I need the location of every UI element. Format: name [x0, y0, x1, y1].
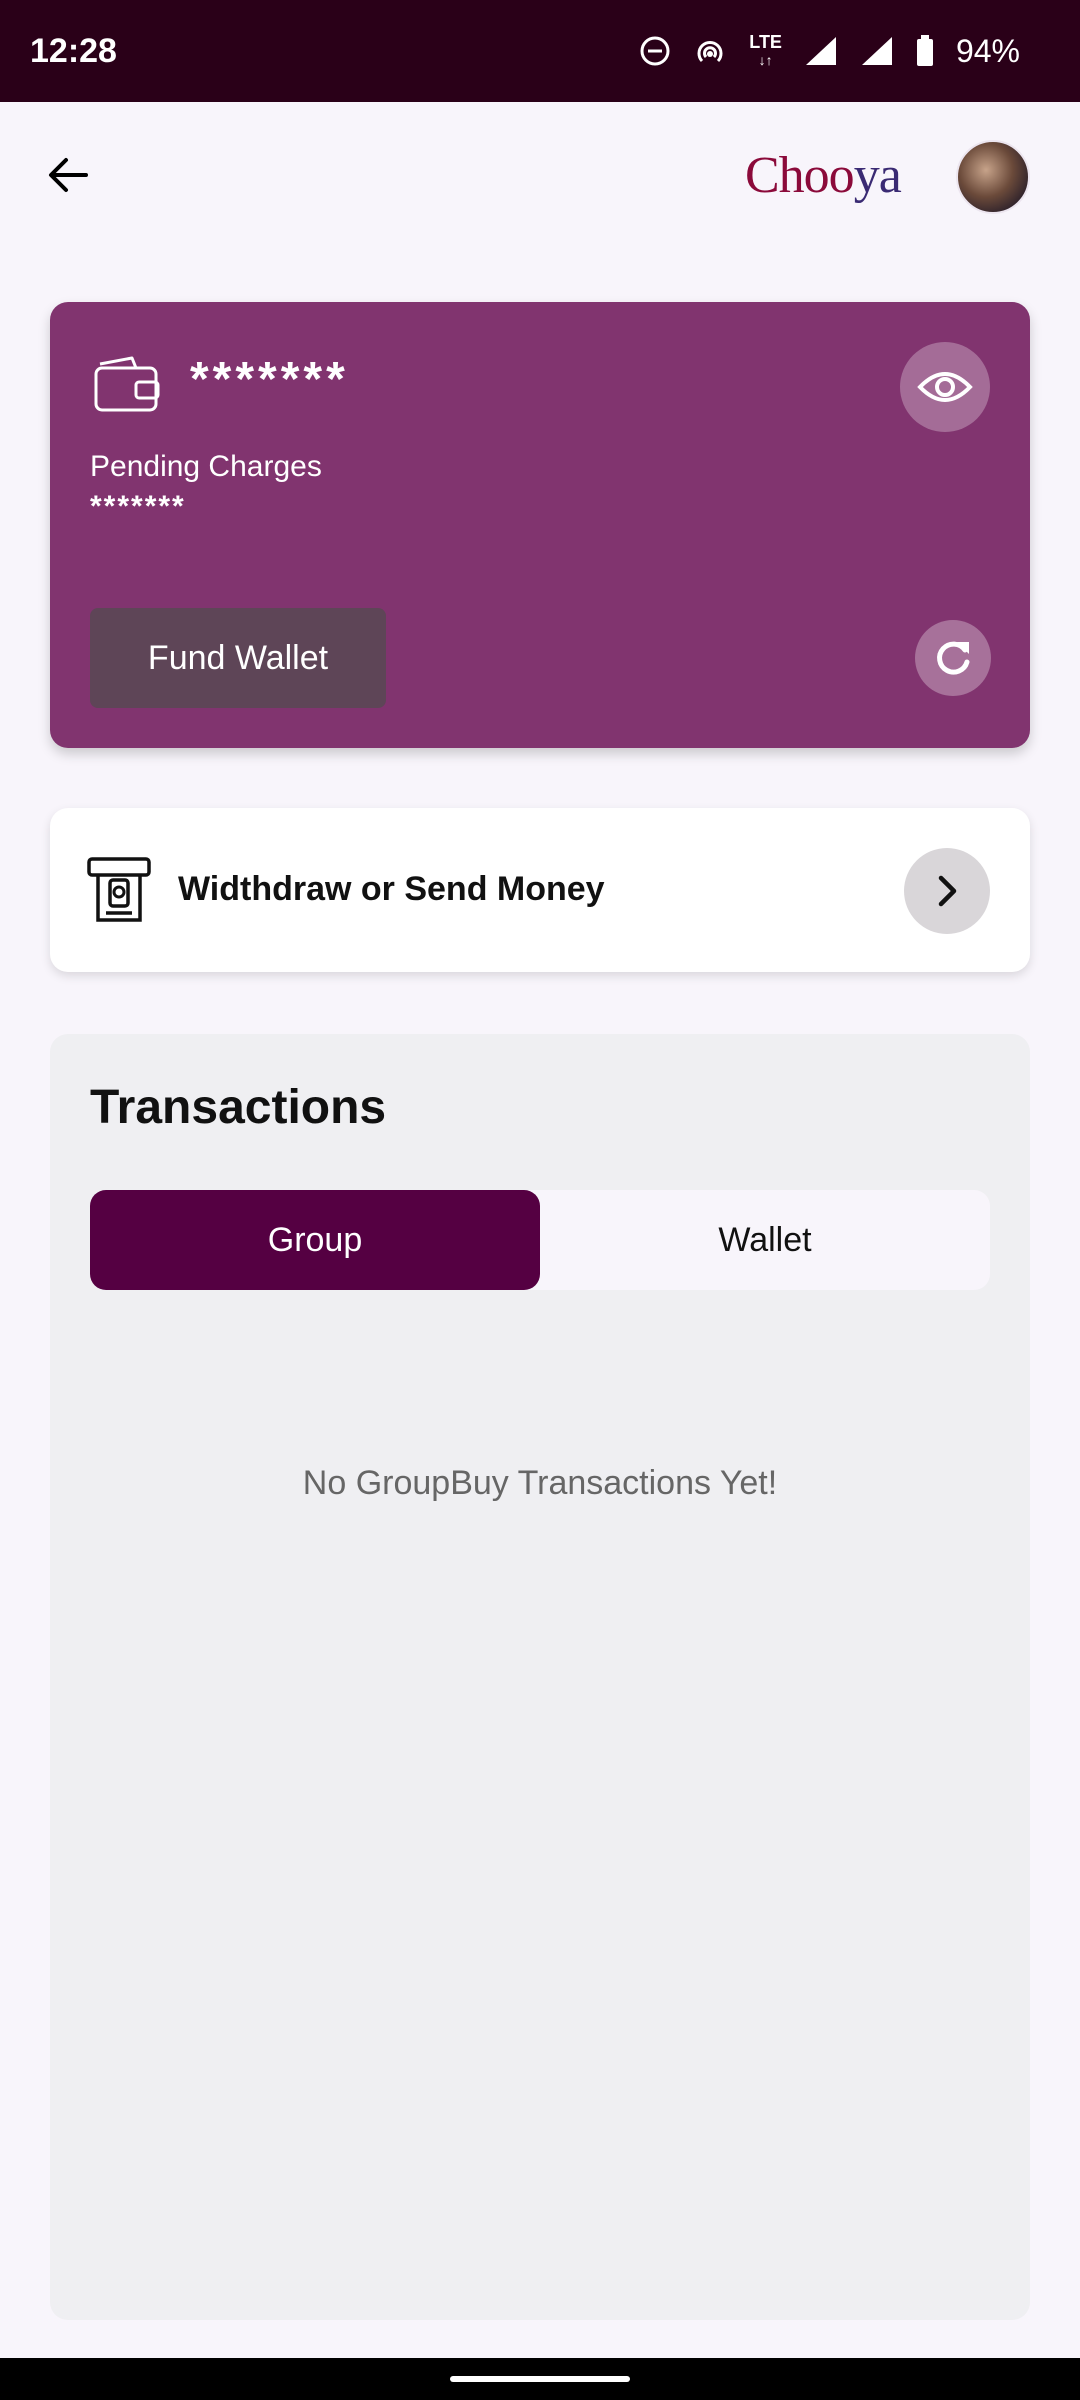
logo-accent: ya	[853, 147, 902, 204]
toggle-visibility-button[interactable]	[900, 342, 990, 432]
transactions-panel: Transactions Group Wallet No GroupBuy Tr…	[50, 1034, 1030, 2320]
withdraw-label: Widthdraw or Send Money	[178, 870, 605, 908]
avatar[interactable]	[956, 140, 1030, 214]
logo-text: Choo	[745, 147, 855, 204]
transactions-tabs: Group Wallet	[90, 1190, 990, 1290]
signal-icon-2	[860, 35, 894, 67]
empty-state-message: No GroupBuy Transactions Yet!	[302, 1464, 778, 1502]
status-icons: LTE ↓↑ 94%	[639, 33, 1020, 70]
wallet-icon	[92, 354, 162, 419]
withdraw-card[interactable]: Widthdraw or Send Money	[50, 808, 1030, 972]
arrow-left-icon	[49, 158, 88, 192]
refresh-icon	[937, 641, 970, 675]
lte-indicator: LTE ↓↑	[749, 32, 782, 68]
tab-wallet[interactable]: Wallet	[540, 1190, 990, 1290]
status-bar: 12:28 LTE ↓↑ 94%	[0, 0, 1080, 102]
battery-icon	[916, 35, 934, 67]
transactions-title: Transactions	[90, 1081, 387, 1134]
withdraw-arrow-button[interactable]	[904, 848, 990, 934]
eye-icon	[917, 372, 973, 402]
back-button[interactable]	[40, 147, 96, 203]
network-label: LTE	[749, 32, 782, 52]
battery-percent: 94%	[955, 32, 1020, 69]
signal-icon	[804, 35, 838, 67]
status-time: 12:28	[30, 31, 117, 70]
wallet-balance: *******	[190, 353, 349, 406]
refresh-button[interactable]	[915, 620, 991, 696]
pending-charges-value: *******	[90, 490, 186, 523]
dnd-icon	[639, 35, 671, 67]
tab-group[interactable]: Group	[90, 1190, 540, 1290]
pending-charges-label: Pending Charges	[90, 450, 322, 483]
atm-icon	[86, 856, 152, 929]
wallet-card: ******* Pending Charges ******* Fund Wal…	[50, 302, 1030, 748]
app-bar: Chooya	[0, 102, 1080, 252]
fund-wallet-button[interactable]: Fund Wallet	[90, 608, 386, 708]
hotspot-icon	[693, 34, 727, 68]
app-logo: Chooya	[745, 146, 902, 206]
chevron-right-icon	[938, 875, 957, 907]
home-indicator[interactable]	[450, 2376, 630, 2382]
navigation-bar	[0, 2358, 1080, 2400]
